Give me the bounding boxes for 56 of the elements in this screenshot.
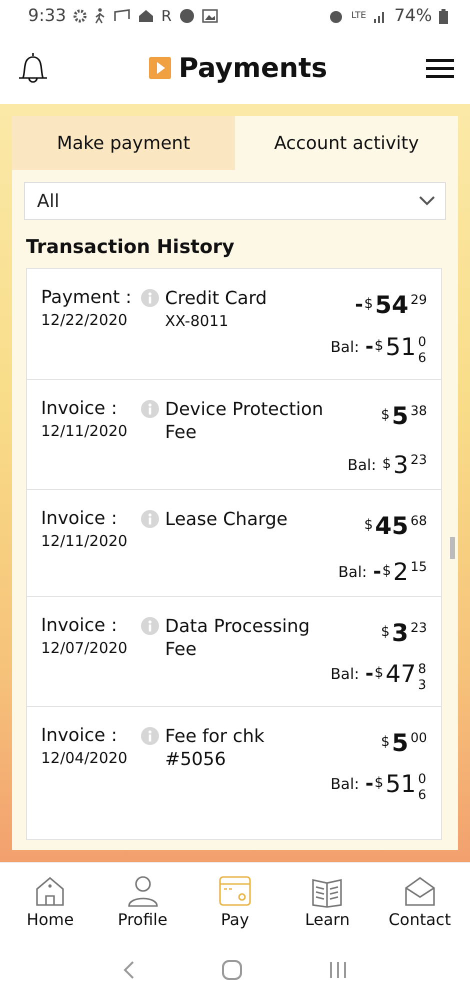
house-icon: [138, 9, 154, 23]
scrollbar-thumb: [450, 537, 455, 559]
status-letter: R: [161, 7, 172, 25]
transaction-description: Data Processing Fee: [165, 615, 311, 662]
balance-label: Bal:: [348, 455, 376, 476]
transaction-date: 12/04/2020: [41, 749, 128, 767]
card-icon: [218, 874, 252, 908]
nav-item[interactable]: Home: [6, 874, 94, 929]
info-icon[interactable]: [141, 617, 159, 635]
transaction-description: Device Protection Fee: [165, 398, 324, 445]
info-icon[interactable]: [141, 400, 159, 418]
walking-person-icon: [94, 8, 106, 24]
nav-item[interactable]: Pay: [190, 874, 279, 929]
battery-icon: [439, 8, 448, 24]
balance-label: Bal:: [330, 664, 360, 685]
section-title: Transaction History: [26, 236, 236, 258]
bell-icon[interactable]: [16, 51, 50, 85]
menu-icon[interactable]: [426, 57, 454, 79]
battery-percent: 74%: [394, 6, 432, 26]
transaction-description: Credit Card: [165, 287, 268, 310]
nav-item[interactable]: Learn: [283, 874, 372, 929]
filter-dropdown[interactable]: All: [24, 182, 446, 220]
back-icon[interactable]: [122, 960, 136, 980]
transaction-date: 12/11/2020: [41, 422, 128, 440]
transaction-type: Invoice :: [41, 508, 118, 529]
chevron-down-icon: [419, 196, 435, 206]
person-icon: [126, 874, 160, 908]
info-icon[interactable]: [141, 510, 159, 528]
transaction-type: Invoice :: [41, 615, 118, 636]
gear-icon: [73, 9, 88, 23]
balance-label: Bal:: [330, 337, 360, 358]
info-icon[interactable]: [141, 289, 159, 307]
transaction-type: Invoice :: [41, 398, 118, 419]
nav-item[interactable]: Contact: [376, 874, 464, 929]
transaction-description: Lease Charge: [165, 508, 289, 532]
transaction-date: 12/07/2020: [41, 639, 128, 657]
circle-icon: [178, 8, 195, 24]
nav-item[interactable]: Profile: [98, 874, 187, 929]
page-title: Payments: [178, 52, 328, 84]
recent-apps-icon[interactable]: [328, 961, 348, 979]
transaction-date: 12/22/2020: [41, 311, 128, 329]
balance-label: Bal:: [330, 774, 360, 795]
transaction-type: Invoice :: [41, 725, 118, 746]
image-icon: [202, 9, 218, 23]
status-time: 9:33: [28, 6, 66, 26]
tab[interactable]: Make payment: [12, 116, 235, 170]
transaction-description: Fee for chk #5056: [165, 725, 266, 772]
balance-label: Bal:: [338, 562, 367, 583]
network-label: LTE: [351, 11, 366, 21]
play-logo-icon: [148, 57, 171, 79]
transaction-date: 12/11/2020: [41, 532, 128, 550]
home-button-icon[interactable]: [220, 959, 243, 981]
transaction-type: Payment :: [41, 287, 133, 308]
info-icon[interactable]: [141, 727, 159, 745]
transaction-detail: XX-8011: [165, 312, 230, 330]
envelope-icon: [402, 874, 437, 908]
